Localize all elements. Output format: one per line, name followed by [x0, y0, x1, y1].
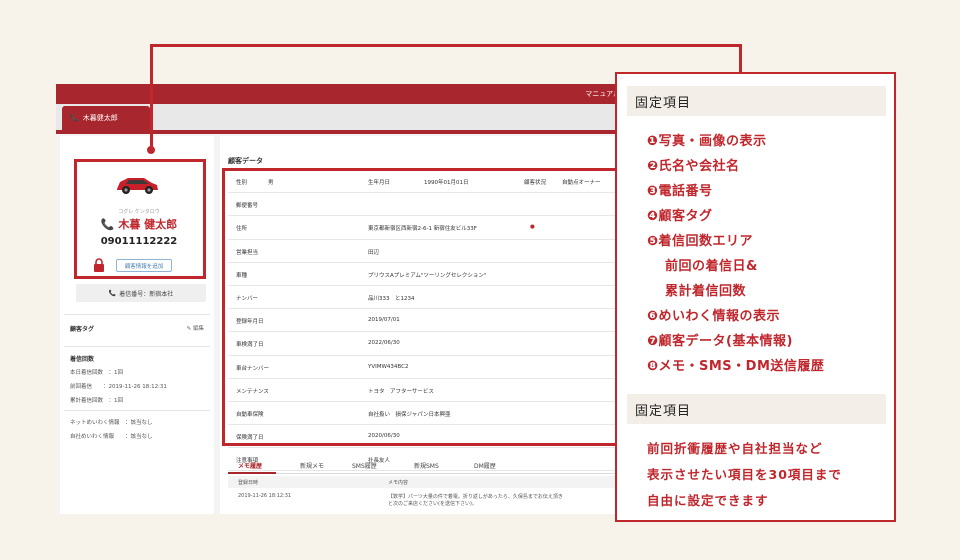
- tab-new-memo[interactable]: 新規メモ: [300, 461, 324, 470]
- customer-tab-label: 木暮健太郎: [82, 114, 118, 122]
- feature-item: ❶写真・画像の表示: [647, 134, 767, 149]
- feature-item: ❽メモ・SMS・DM送信履歴: [647, 359, 825, 374]
- callout-line: [150, 44, 153, 150]
- feature-item: ❷氏名や会社名: [647, 159, 740, 174]
- tag-edit-button[interactable]: ✎ 編集: [187, 324, 204, 332]
- callout-line: [150, 44, 742, 47]
- memo-date: 2019-11-26 18:12:31: [238, 493, 292, 499]
- divider: [64, 346, 210, 347]
- column-header: メモ内容: [388, 480, 409, 486]
- customer-data-title: 顧客データ: [228, 157, 263, 165]
- description-line: 表示させたい項目を30項目まで: [647, 467, 842, 482]
- call-stat-today: 本日着信回数 ：1回: [70, 370, 123, 376]
- feature-item: ❸電話番号: [647, 184, 713, 199]
- tab-memo-history[interactable]: メモ履歴: [238, 461, 262, 470]
- tag-edit-label: 編集: [192, 326, 204, 332]
- feature-item: ❺着信回数エリア: [647, 234, 754, 249]
- table-row[interactable]: 2019-11-26 18:12:31 【数学】パーツ大量の件で着電。折り返しが…: [228, 490, 628, 510]
- memo-table-header: 登録日時 メモ内容: [228, 476, 628, 488]
- callout-line: [739, 44, 742, 74]
- incoming-number-text: 着信番号：新宿本社: [119, 290, 174, 298]
- incoming-number: 📞 着信番号：新宿本社: [76, 284, 206, 302]
- description-line: 前回折衝履歴や自社担当など: [647, 441, 823, 456]
- description-line: 自由に設定できます: [647, 493, 769, 508]
- customer-tab[interactable]: 📞 木暮健太郎: [62, 106, 150, 130]
- divider: [64, 410, 210, 411]
- divider: [64, 314, 210, 315]
- column-header: 登録日時: [238, 480, 259, 486]
- tab-new-sms[interactable]: 新規SMS: [414, 461, 439, 470]
- call-stat-total: 累計着信回数 ：1回: [70, 398, 123, 404]
- customer-tag-title: 顧客タグ: [70, 326, 95, 333]
- net-waku-info: ネットめいわく情報 ：該当なし: [70, 420, 153, 426]
- phone-icon: 📞: [70, 114, 79, 122]
- memo-text: 【数学】パーツ大量の件で着電。折り返しがあったら、久保島までお伝え頂き: [388, 494, 563, 500]
- fixed-items-heading: 固定項目: [627, 86, 886, 116]
- highlight-customer-card: [74, 159, 206, 279]
- feature-item: 前回の着信日&: [665, 259, 758, 274]
- feature-item: 累計着信回数: [665, 284, 747, 299]
- feature-item: ❹顧客タグ: [647, 209, 713, 224]
- callout-dot: [147, 146, 155, 154]
- memo-tabs: メモ履歴 新規メモ SMS履歴 新規SMS DM履歴: [228, 456, 628, 474]
- feature-item: ❻めいわく情報の表示: [647, 309, 781, 324]
- top-bar: マニュアル: [56, 84, 628, 104]
- active-tab-indicator: [228, 472, 276, 474]
- memo-text-line2: と次のご来店ください(を送信下さい)。: [388, 501, 477, 507]
- highlight-customer-data: [222, 168, 622, 446]
- own-waku-info: 自社めいわく情報 ：該当なし: [70, 434, 153, 440]
- tab-strip: 📞 木暮健太郎: [56, 104, 628, 130]
- call-stat-last: 前回着信 ：2019-11-26 18:12:31: [70, 384, 167, 390]
- phone-icon: 📞: [108, 289, 117, 297]
- call-count-title: 着信回数: [70, 356, 95, 363]
- tab-dm-history[interactable]: DM履歴: [474, 461, 496, 470]
- tab-sms-history[interactable]: SMS履歴: [352, 461, 377, 470]
- tab-underline: [56, 130, 628, 134]
- info-panel: 固定項目 ❶写真・画像の表示 ❷氏名や会社名 ❸電話番号 ❹顧客タグ ❺着信回数…: [615, 72, 896, 522]
- feature-item: ❼顧客データ(基本情報): [647, 334, 793, 349]
- custom-items-heading: 固定項目: [627, 394, 886, 424]
